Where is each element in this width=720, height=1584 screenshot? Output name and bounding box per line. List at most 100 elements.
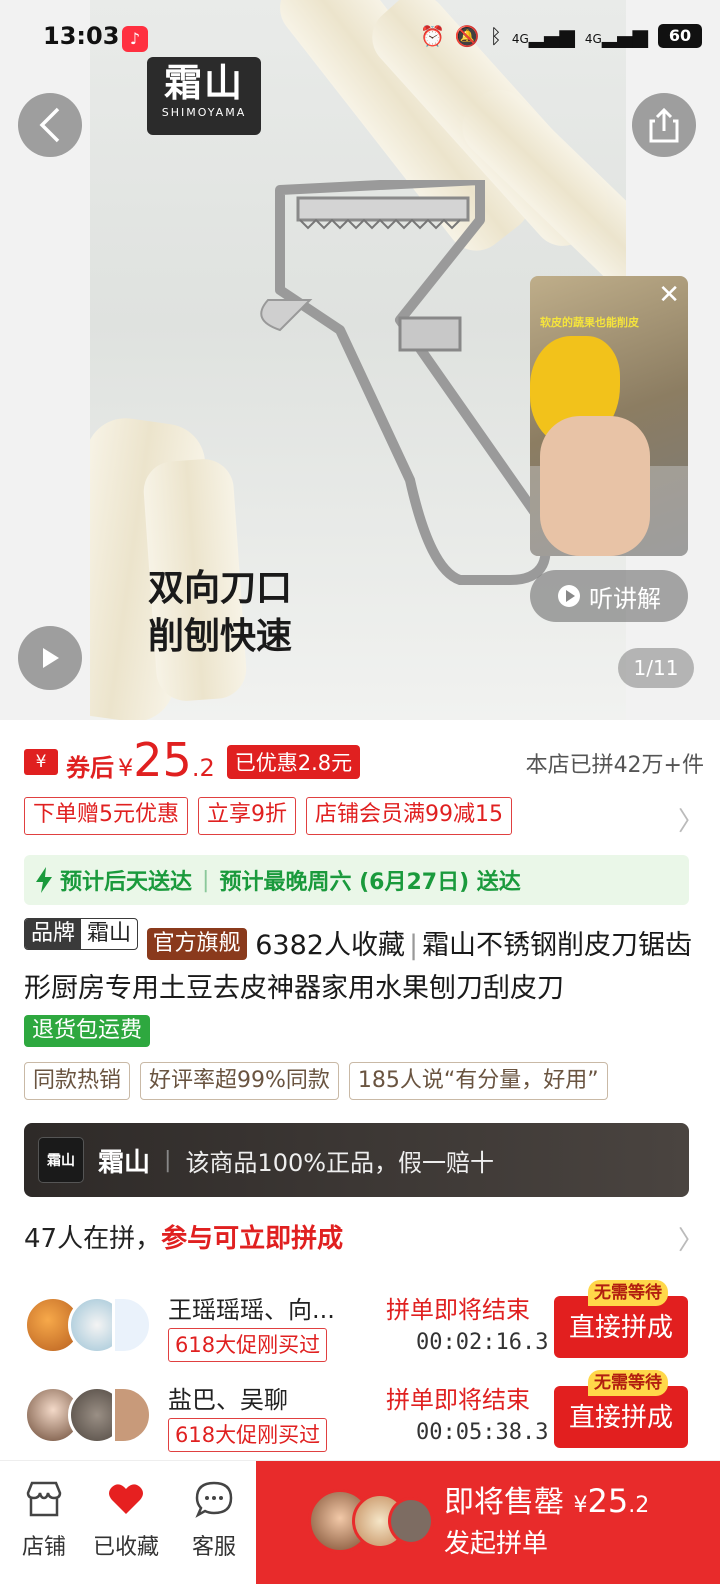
chevron-right-icon[interactable]: 〉 [678,1220,704,1257]
avatar [112,1296,152,1354]
heart-icon [86,1479,166,1525]
brand-logo-small: 霜山 [38,1137,84,1183]
divider: | [202,867,210,893]
mini-video-caption: 软皮的蔬果也能削皮 [540,316,639,329]
signal-icon: 4G▂▄▆ [511,24,575,48]
delivery-estimate[interactable]: 预计后天送达 | 预计最晚周六 (6月27日) 送达 [24,855,689,905]
price-row: ¥ 券后 ¥ 25 .2 已优惠2.8元 本店已拼42万+件 [24,733,704,791]
status-time: 13:03 [43,22,120,50]
product-image-carousel[interactable]: 霜山 SHIMOYAMA 双向刀口 削刨快速 13:03 ♪ ⏰ 🔕 ᛒ 4G▂… [0,0,720,720]
tab-shop[interactable]: 店铺 [4,1479,84,1561]
avatar-group [24,1294,154,1356]
promo-tag[interactable]: 立享9折 [198,797,296,835]
battery-icon: 60 [658,24,702,48]
chevron-right-icon[interactable]: 〉 [678,801,704,838]
alarm-icon: ⏰ [420,24,445,48]
buy-button-label: 即将售罄 ¥25.2 [444,1477,649,1521]
countdown-timer: 00:02:16.3 [416,1330,549,1355]
avatar [388,1497,434,1545]
product-title: 品牌 霜山 官方旗舰 6382人收藏 | 霜山不锈钢削皮刀锯齿形厨房专用土豆去皮神器家… [24,918,694,1053]
brand-tag[interactable]: 品牌 霜山 [24,918,139,950]
promo-row[interactable]: 下单赠5元优惠 立享9折 店铺会员满99减15 〉 [24,797,704,838]
hero-caption-line: 削刨快速 [148,616,293,657]
brand-logo-subtext: SHIMOYAMA [161,106,247,119]
mini-video-player[interactable]: 软皮的蔬果也能削皮 ✕ [530,276,688,556]
hand-image [540,416,650,556]
ending-label: 拼单即将结束 [386,1296,530,1324]
brand-guarantee-banner[interactable]: 霜山 霜山 | 该商品100%正品，假一赔十 [24,1123,689,1197]
no-wait-badge: 无需等待 [588,1280,668,1306]
price-integer: 25 [587,1482,629,1520]
ending-label: 拼单即将结束 [386,1386,530,1414]
tab-label: 客服 [191,1535,236,1560]
bluetooth-icon: ᛒ [489,24,502,48]
share-button[interactable] [632,93,696,157]
coupon-icon: ¥ [24,749,58,775]
brand-tag-key: 品牌 [25,919,82,949]
free-return-tag: 退货包运费 [24,1015,151,1047]
avatar-group [308,1483,434,1553]
avatar [112,1386,152,1444]
currency-symbol: ¥ [573,1493,588,1518]
lightning-icon [36,867,52,893]
chevron-left-icon [39,107,60,143]
tab-favorite[interactable]: 已收藏 [86,1479,166,1561]
recent-purchase-badge: 618大促刚买过 [168,1328,328,1362]
hero-caption-line: 双向刀口 [148,568,293,609]
tab-customer-service[interactable]: 客服 [174,1479,254,1561]
no-wait-badge: 无需等待 [588,1370,668,1396]
status-bar: 13:03 ♪ ⏰ 🔕 ᛒ 4G▂▄▆ 4G▂▄▆ 60 [0,0,720,80]
sellout-label: 即将售罄 [444,1485,564,1520]
price-decimal: .2 [191,754,215,782]
close-icon[interactable]: ✕ [658,282,680,308]
favorites-count: 6382人收藏 [255,930,405,961]
music-app-icon: ♪ [122,26,148,52]
highlight-chip[interactable]: 好评率超99%同款 [140,1062,339,1100]
buyer-names: 盐巴、吴聊 [168,1386,288,1414]
delivery-primary: 预计后天送达 [60,870,193,895]
highlight-chips: 同款热销 好评率超99%同款 185人说“有分量，好用” [24,1062,714,1100]
back-button[interactable] [18,93,82,157]
tab-label: 店铺 [21,1535,66,1560]
hero-caption: 双向刀口 削刨快速 [148,565,292,661]
shop-icon [4,1479,84,1525]
brand-tag-value: 霜山 [87,921,132,946]
group-count: 47人在拼， [24,1224,162,1254]
saved-badge: 已优惠2.8元 [226,745,361,779]
signal-icon: 4G▂▄▆ [584,24,648,48]
price-decimal: .2 [628,1493,650,1518]
countdown-timer: 00:05:38.3 [416,1420,549,1445]
guarantee-text: 该商品100%正品，假一赔十 [185,1148,495,1177]
group-highlight: 参与可立即拼成 [161,1224,344,1254]
bottom-action-bar: 店铺 已收藏 客服 即将售罄 ¥25.2 发起拼单 [0,1460,720,1584]
status-icons: ⏰ 🔕 ᛒ 4G▂▄▆ 4G▂▄▆ 60 [420,24,702,48]
page-indicator: 1/11 [618,648,694,688]
explain-button[interactable]: 听讲解 [530,570,688,622]
start-group-buy-button[interactable]: 即将售罄 ¥25.2 发起拼单 [256,1461,720,1584]
chat-icon [174,1479,254,1525]
play-icon [43,648,59,668]
play-circle-icon [558,585,580,607]
mute-icon: 🔕 [454,24,480,48]
delivery-secondary: 预计最晚周六 (6月27日) 送达 [219,870,521,895]
promo-tag[interactable]: 店铺会员满99减15 [306,797,512,835]
peeler-illustration [260,180,551,585]
divider: | [164,1147,172,1173]
highlight-chip[interactable]: 同款热销 [24,1062,131,1100]
buyer-names: 王瑶瑶瑶、向... [168,1296,335,1324]
tab-label: 已收藏 [92,1535,159,1560]
brand-name: 霜山 [98,1147,151,1178]
highlight-chip[interactable]: 185人说“有分量，好用” [348,1062,608,1100]
play-video-button[interactable] [18,626,82,690]
explain-label: 听讲解 [589,584,661,613]
share-icon [649,107,679,143]
group-buy-item: 王瑶瑶瑶、向... 618大促刚买过 拼单即将结束 00:02:16.3 直接拼… [24,1280,694,1372]
recent-purchase-badge: 618大促刚买过 [168,1418,328,1452]
avatar-group [24,1384,154,1446]
group-buy-header[interactable]: 47人在拼，参与可立即拼成 〉 [24,1218,704,1257]
promo-tag[interactable]: 下单赠5元优惠 [24,797,188,835]
price-integer: 25 [133,733,192,787]
buy-button-sublabel: 发起拼单 [444,1529,549,1559]
group-buy-item: 盐巴、吴聊 618大促刚买过 拼单即将结束 00:05:38.3 直接拼成 无需… [24,1370,694,1462]
divider: | [408,930,419,961]
